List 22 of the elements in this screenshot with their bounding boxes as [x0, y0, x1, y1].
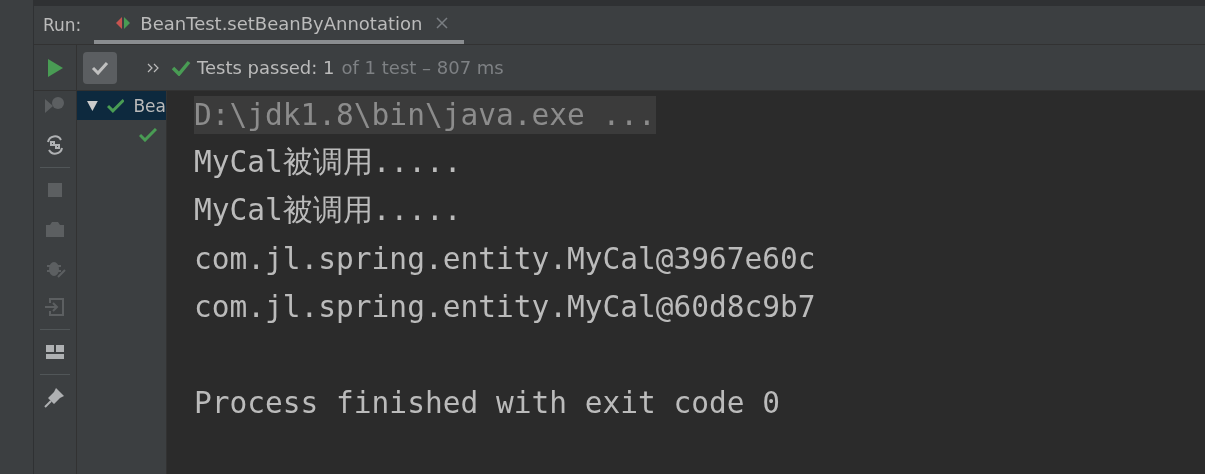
run-tab[interactable]: BeanTest.setBeanByAnnotation: [94, 6, 465, 44]
show-passed-toggle[interactable]: [83, 51, 117, 84]
refresh-icon[interactable]: [44, 134, 66, 156]
run-label: Run:: [42, 15, 83, 35]
console-output: com.jl.spring.entity.MyCal@3967e60c: [194, 242, 816, 276]
console-output: MyCal被调用.....: [194, 144, 462, 181]
expand-icon[interactable]: [147, 62, 159, 73]
tests-passed-count: Tests passed: 1: [197, 57, 335, 78]
console-output: Process finished with exit code 0: [194, 386, 781, 420]
test-icon: [114, 15, 133, 31]
run-icon[interactable]: [46, 57, 64, 78]
test-duration: of 1 test – 807 ms: [341, 57, 504, 78]
check-icon: [90, 59, 110, 76]
console-output: MyCal被调用.....: [194, 192, 462, 229]
tree-item[interactable]: Bea: [77, 91, 166, 120]
close-icon[interactable]: [436, 17, 449, 29]
expand-arrow-icon[interactable]: [87, 100, 98, 111]
check-icon: [106, 98, 125, 113]
check-icon: [139, 127, 157, 142]
console-output: com.jl.spring.entity.MyCal@60d8c9b7: [194, 290, 816, 324]
check-icon: [171, 59, 191, 76]
pin-icon[interactable]: [44, 386, 66, 408]
